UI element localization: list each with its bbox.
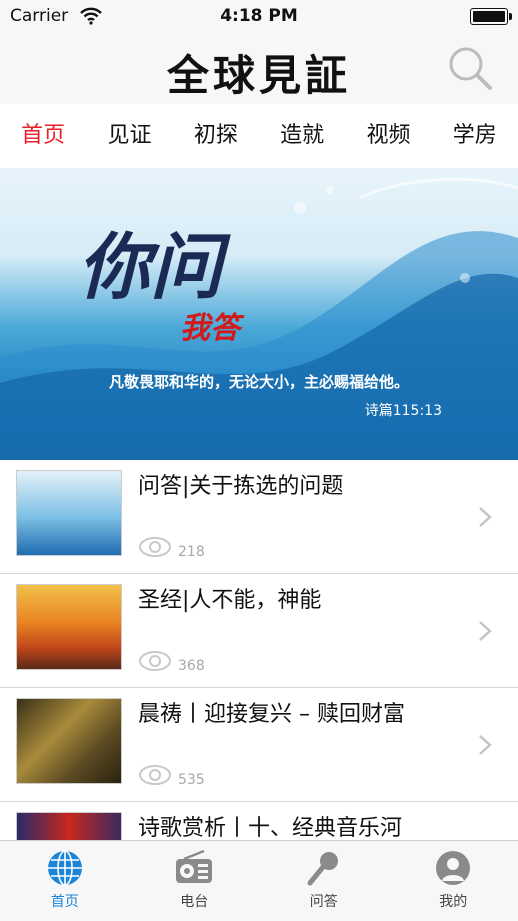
eye-icon bbox=[138, 650, 172, 672]
user-icon bbox=[434, 849, 472, 887]
eye-icon bbox=[138, 536, 172, 558]
list-item[interactable]: 问答|关于拣选的问题 218 bbox=[0, 460, 518, 574]
app-title: 全球見証 bbox=[0, 42, 518, 103]
battery-icon bbox=[470, 8, 508, 25]
radio-icon bbox=[174, 849, 214, 887]
article-thumbnail bbox=[16, 698, 122, 784]
tab-study[interactable]: 学房 bbox=[432, 104, 518, 168]
tab-explore[interactable]: 初探 bbox=[173, 104, 259, 168]
banner-verse-reference: 诗篇115:13 bbox=[365, 400, 442, 420]
view-count: 535 bbox=[178, 772, 205, 788]
tabbar-item-radio[interactable]: 电台 bbox=[130, 841, 260, 921]
tabbar-label: 电台 bbox=[130, 891, 260, 911]
category-tabs: 首页 见证 初探 造就 视频 学房 bbox=[0, 104, 518, 168]
view-count: 368 bbox=[178, 658, 205, 674]
article-title: 圣经|人不能，神能 bbox=[138, 582, 321, 614]
banner-subheadline: 我答 bbox=[180, 303, 240, 347]
tabbar-item-home[interactable]: 首页 bbox=[0, 841, 130, 921]
article-title: 问答|关于拣选的问题 bbox=[138, 468, 343, 500]
banner-verse: 凡敬畏耶和华的，无论大小，主必赐福给他。 bbox=[0, 371, 518, 392]
eye-icon bbox=[138, 764, 172, 786]
chevron-right-icon bbox=[478, 734, 492, 756]
tab-home[interactable]: 首页 bbox=[0, 104, 86, 168]
search-icon[interactable] bbox=[446, 44, 494, 92]
tab-video[interactable]: 视频 bbox=[345, 104, 431, 168]
microphone-icon bbox=[305, 849, 343, 887]
status-bar: Carrier 4:18 PM bbox=[0, 0, 518, 34]
list-item[interactable]: 圣经|人不能，神能 368 bbox=[0, 574, 518, 688]
tab-testimony[interactable]: 见证 bbox=[86, 104, 172, 168]
bottom-tab-bar: 首页 电台 问答 我的 bbox=[0, 840, 518, 921]
chevron-right-icon bbox=[478, 506, 492, 528]
banner-headline: 你问 bbox=[78, 208, 222, 313]
chevron-right-icon bbox=[478, 620, 492, 642]
featured-banner[interactable]: 你问 我答 凡敬畏耶和华的，无论大小，主必赐福给他。 诗篇115:13 bbox=[0, 168, 518, 460]
status-time: 4:18 PM bbox=[0, 6, 518, 26]
article-title: 晨祷丨迎接复兴 – 赎回财富 bbox=[138, 696, 405, 728]
article-thumbnail bbox=[16, 584, 122, 670]
tabbar-label: 我的 bbox=[389, 891, 518, 911]
article-thumbnail bbox=[16, 470, 122, 556]
tabbar-item-qa[interactable]: 问答 bbox=[259, 841, 389, 921]
app-header: 全球見証 bbox=[0, 34, 518, 104]
globe-icon bbox=[46, 849, 84, 887]
tabbar-item-profile[interactable]: 我的 bbox=[389, 841, 518, 921]
tabbar-label: 首页 bbox=[0, 891, 130, 911]
tabbar-label: 问答 bbox=[259, 891, 389, 911]
article-title: 诗歌赏析丨十、经典音乐河 bbox=[138, 810, 402, 842]
view-count: 218 bbox=[178, 544, 205, 560]
tab-edify[interactable]: 造就 bbox=[259, 104, 345, 168]
list-item[interactable]: 晨祷丨迎接复兴 – 赎回财富 535 bbox=[0, 688, 518, 802]
